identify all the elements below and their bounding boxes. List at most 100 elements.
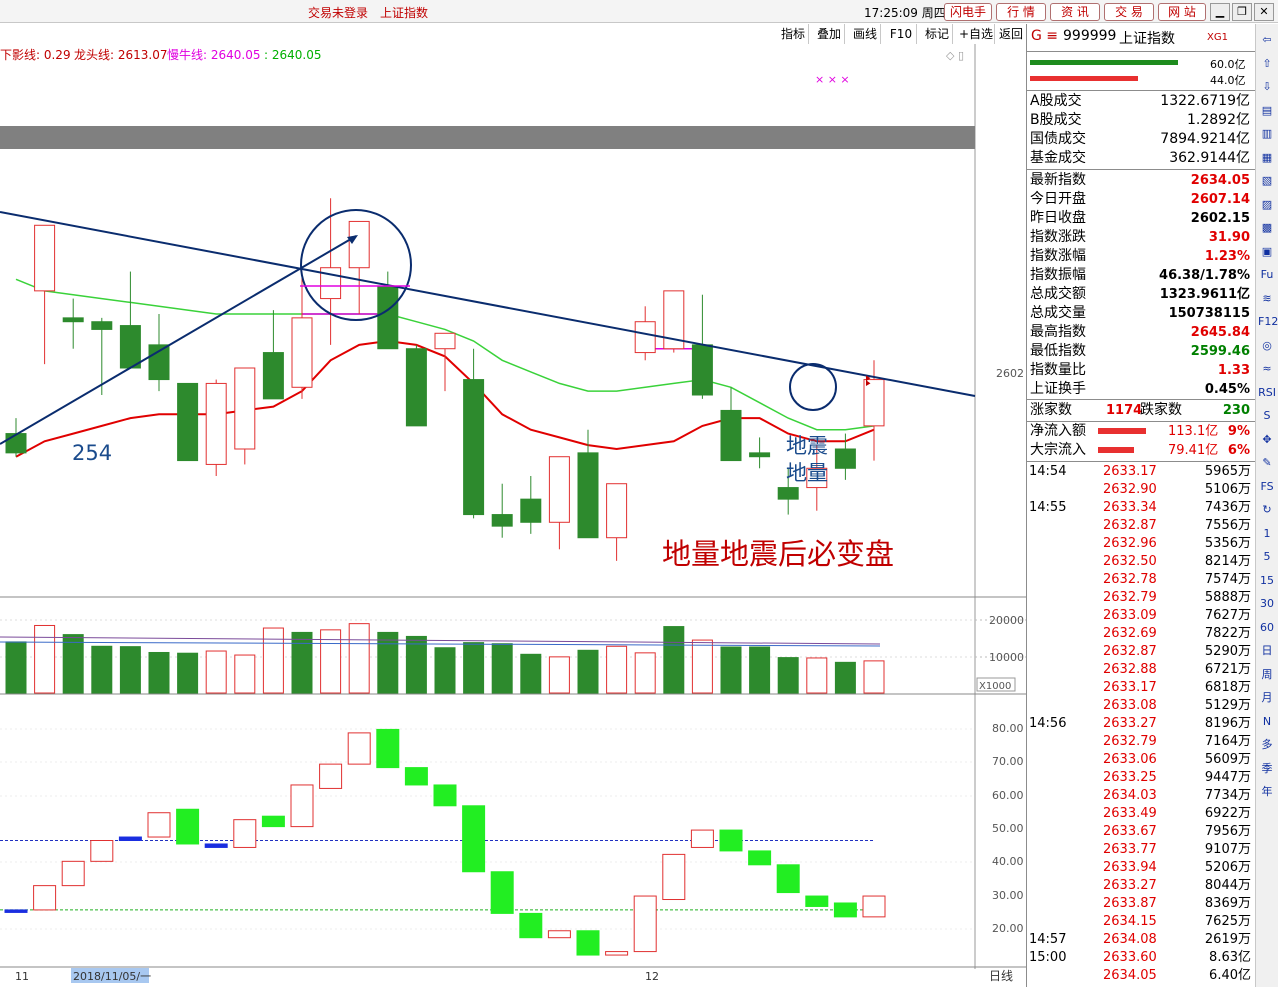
trade-button[interactable]: 交 易 [1104, 3, 1154, 21]
tick-row: 2632.69 7822万 [1027, 625, 1255, 643]
volume-bar [834, 661, 856, 694]
tick-price: 2633.77 [1103, 842, 1157, 857]
sidebar-icon[interactable]: 30 [1258, 596, 1276, 612]
row-label: 最新指数 [1030, 172, 1086, 188]
stat-row: 今日开盘 2607.14 [1030, 190, 1252, 209]
indicator-bar [347, 732, 371, 765]
sidebar-icon[interactable]: 日 [1258, 643, 1276, 659]
candle-body [377, 286, 399, 350]
indicator-bar [805, 895, 829, 907]
restore-icon[interactable]: ❐ [1232, 3, 1252, 21]
index-name: 上证指数 [1119, 31, 1175, 47]
candle-body [749, 452, 771, 458]
tick-row: 2634.03 7734万 [1027, 787, 1255, 805]
sidebar-icon[interactable]: 年 [1258, 784, 1276, 800]
sidebar-icon[interactable]: 周 [1258, 667, 1276, 683]
tick-row: 2632.87 7556万 [1027, 517, 1255, 535]
tick-price: 2632.50 [1103, 554, 1157, 569]
sidebar-icon[interactable]: ▩ [1258, 220, 1276, 236]
stat-row: 最高指数 2645.84 [1030, 323, 1252, 342]
sidebar-icon[interactable]: ≋ [1258, 291, 1276, 307]
butterfly-icon: ꔪ [865, 374, 871, 390]
kline-chart[interactable]: 下影线: 0.29 龙头线: 2613.07 慢牛线: 2640.05 : 26… [0, 24, 1026, 987]
sidebar-icon[interactable]: ⇧ [1258, 56, 1276, 72]
candle-body [62, 317, 84, 323]
sidebar-icon[interactable]: 60 [1258, 620, 1276, 636]
sidebar-icon[interactable]: 1 [1258, 526, 1276, 542]
sidebar-icon[interactable]: ▨ [1258, 197, 1276, 213]
tick-volume: 8214万 [1204, 554, 1251, 569]
legend-extra-line: : 2640.05 [264, 48, 321, 62]
block-inflow-label: 大宗流入 [1030, 442, 1086, 458]
tick-volume: 7164万 [1204, 734, 1251, 749]
sidebar-icon[interactable]: ≈ [1258, 361, 1276, 377]
tick-volume: 5356万 [1204, 536, 1251, 551]
sidebar-icon[interactable]: ◎ [1258, 338, 1276, 354]
turnover-row: 基金成交 362.9144亿 [1030, 149, 1252, 168]
indicator-bar [547, 930, 571, 939]
sidebar-icon[interactable]: ▣ [1258, 244, 1276, 260]
sidebar-icon[interactable]: RSI [1258, 385, 1276, 401]
candle-body [234, 367, 256, 450]
tick-row: 2633.27 8044万 [1027, 877, 1255, 895]
volume-bar [491, 643, 513, 694]
sidebar-icon[interactable]: ↻ [1258, 502, 1276, 518]
sidebar-icon[interactable]: 15 [1258, 573, 1276, 589]
minimize-icon[interactable]: ▁ [1210, 3, 1230, 21]
sidebar-icon[interactable]: 季 [1258, 761, 1276, 777]
candle-body [777, 487, 799, 500]
sidebar-icon[interactable]: ▤ [1258, 103, 1276, 119]
indicator-bar [690, 829, 714, 848]
tick-volume: 7625万 [1204, 914, 1251, 929]
sidebar-icon[interactable]: 多 [1258, 737, 1276, 753]
ind-tick-80: 80.00 [992, 722, 1024, 735]
settings-icon[interactable]: ◇ ▯ [946, 49, 964, 62]
tick-row: 2633.77 9107万 [1027, 841, 1255, 859]
title-bar: 交易未登录 上证指数 17:25:09 周四 闪电手 行 情 资 讯 交 易 网… [0, 0, 1278, 23]
volume-bar [777, 657, 799, 694]
sidebar-icon[interactable]: F12 [1258, 314, 1278, 330]
tick-price: 2633.67 [1103, 824, 1157, 839]
tick-time: 15:00 [1029, 950, 1067, 965]
login-status[interactable]: 交易未登录 [308, 4, 368, 21]
sidebar-icon[interactable]: ▧ [1258, 173, 1276, 189]
window-title: 上证指数 [380, 6, 429, 20]
sidebar-icon[interactable]: N [1258, 714, 1276, 730]
stat-row: 上证换手 0.45% [1030, 380, 1252, 399]
sidebar-icon[interactable]: Fu [1258, 267, 1276, 283]
sidebar-icon[interactable]: 月 [1258, 690, 1276, 706]
candle-body [205, 382, 227, 465]
tick-row: 2633.09 7627万 [1027, 607, 1255, 625]
sidebar-icon[interactable]: ✥ [1258, 432, 1276, 448]
row-label: 指数量比 [1030, 362, 1086, 378]
sidebar-icon[interactable]: 5 [1258, 549, 1276, 565]
sidebar-icon[interactable]: ✎ [1258, 455, 1276, 471]
volume-bar [177, 652, 199, 694]
website-button[interactable]: 网 站 [1158, 3, 1206, 21]
close-icon[interactable]: ✕ [1254, 3, 1274, 21]
block-inflow-row: 大宗流入 79.41亿 6% [1030, 441, 1252, 460]
news-button[interactable]: 资 讯 [1050, 3, 1100, 21]
indicator-bar [490, 871, 514, 914]
volume-bar [205, 650, 227, 694]
sidebar-icon[interactable]: S [1258, 408, 1276, 424]
tick-list[interactable]: 14:54 2633.17 5965万 2632.90 5106万 14:55 2633.3… [1027, 463, 1255, 985]
sidebar-icon[interactable]: ▥ [1258, 126, 1276, 142]
row-value: 1.33 [1217, 363, 1250, 378]
indicator-bar [748, 850, 772, 866]
flash-trade-button[interactable]: 闪电手 [944, 3, 992, 21]
tick-row: 2632.79 7164万 [1027, 733, 1255, 751]
sidebar-icon[interactable]: FS [1258, 479, 1276, 495]
sidebar-icon[interactable]: ⇦ [1258, 32, 1276, 48]
market-button[interactable]: 行 情 [996, 3, 1046, 21]
tick-row: 2632.50 8214万 [1027, 553, 1255, 571]
tick-volume: 5965万 [1204, 464, 1251, 479]
tick-row: 2633.06 5609万 [1027, 751, 1255, 769]
row-value: 46.38/1.78% [1159, 268, 1250, 283]
tick-price: 2633.25 [1103, 770, 1157, 785]
volume-bar [463, 642, 485, 694]
sidebar-icon[interactable]: ⇩ [1258, 79, 1276, 95]
row-label: 指数振幅 [1030, 267, 1086, 283]
sidebar-icon[interactable]: ▦ [1258, 150, 1276, 166]
period-label[interactable]: 日线 [989, 969, 1013, 983]
